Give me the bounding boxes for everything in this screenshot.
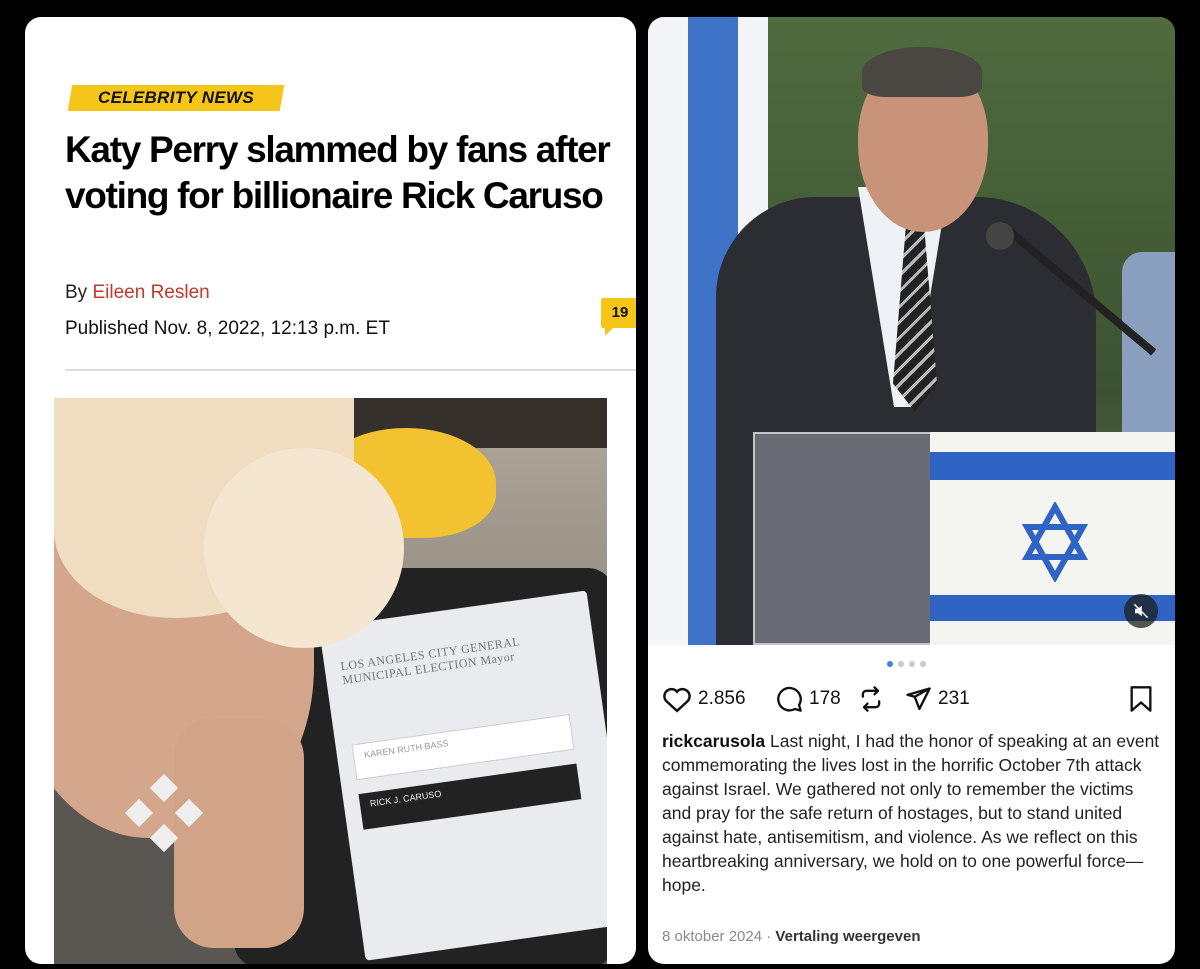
article-headline[interactable]: Katy Perry slammed by fans after voting …	[65, 127, 636, 219]
divider	[65, 369, 636, 371]
carousel-indicator	[887, 661, 937, 669]
action-bar: 2.856 178 231	[662, 683, 1162, 715]
post-date: 8 oktober 2024	[662, 928, 763, 945]
mute-icon	[1133, 603, 1149, 619]
mute-button[interactable]	[1124, 594, 1158, 628]
carousel-dot	[920, 661, 926, 667]
glass-podium	[753, 432, 953, 645]
repost-button[interactable]	[857, 683, 885, 715]
meta-separator: ·	[766, 928, 772, 945]
speaker-hair	[862, 47, 982, 97]
instagram-post: 2.856 178 231 rickcarusola Last night, I…	[648, 17, 1175, 964]
translate-link[interactable]: Vertaling weergeven	[775, 928, 920, 945]
save-button[interactable]	[1128, 683, 1154, 715]
published-date: Published Nov. 8, 2022, 12:13 p.m. ET	[65, 318, 390, 339]
category-label[interactable]: CELEBRITY NEWS	[70, 85, 282, 111]
ballot-title: LOS ANGELES CITY GENERAL MUNICIPAL ELECT…	[339, 634, 521, 688]
post-caption: rickcarusola Last night, I had the honor…	[662, 729, 1162, 897]
post-meta: 8 oktober 2024 · Vertaling weergeven	[662, 927, 921, 947]
share-button[interactable]: 231	[904, 683, 970, 715]
star-of-david-icon	[1021, 502, 1089, 582]
like-count[interactable]: 2.856	[698, 683, 746, 715]
comment-count-badge[interactable]: 19	[601, 298, 636, 336]
like-button[interactable]: 2.856	[662, 683, 746, 715]
post-photo[interactable]	[648, 17, 1175, 645]
carousel-dot-active	[887, 661, 893, 667]
comment-count[interactable]: 178	[809, 683, 841, 715]
byline-prefix: By	[65, 282, 88, 303]
carousel-dot	[898, 661, 904, 667]
comment-button[interactable]: 178	[775, 683, 841, 715]
podium-flag-stripe-top	[930, 452, 1175, 480]
username-link[interactable]: rickcarusola	[662, 731, 765, 751]
heart-icon	[663, 687, 691, 713]
byline: By Eileen Reslen	[65, 281, 210, 305]
share-count[interactable]: 231	[938, 683, 970, 715]
share-icon	[906, 687, 931, 711]
ballot-screen: LOS ANGELES CITY GENERAL MUNICIPAL ELECT…	[319, 590, 607, 961]
carousel-dot	[909, 661, 915, 667]
microphone	[986, 222, 1014, 250]
repost-icon	[861, 686, 881, 712]
author-link[interactable]: Eileen Reslen	[92, 282, 209, 303]
caption-text: Last night, I had the honor of speaking …	[662, 731, 1160, 895]
category-tag[interactable]: CELEBRITY NEWS	[67, 85, 285, 111]
bookmark-icon	[1130, 686, 1152, 712]
booth-keypad	[124, 773, 204, 858]
comment-icon	[777, 686, 802, 712]
hat-brim	[204, 448, 404, 648]
article-card: CELEBRITY NEWS Katy Perry slammed by fan…	[25, 17, 636, 964]
article-photo: LOS ANGELES CITY GENERAL MUNICIPAL ELECT…	[54, 398, 607, 964]
